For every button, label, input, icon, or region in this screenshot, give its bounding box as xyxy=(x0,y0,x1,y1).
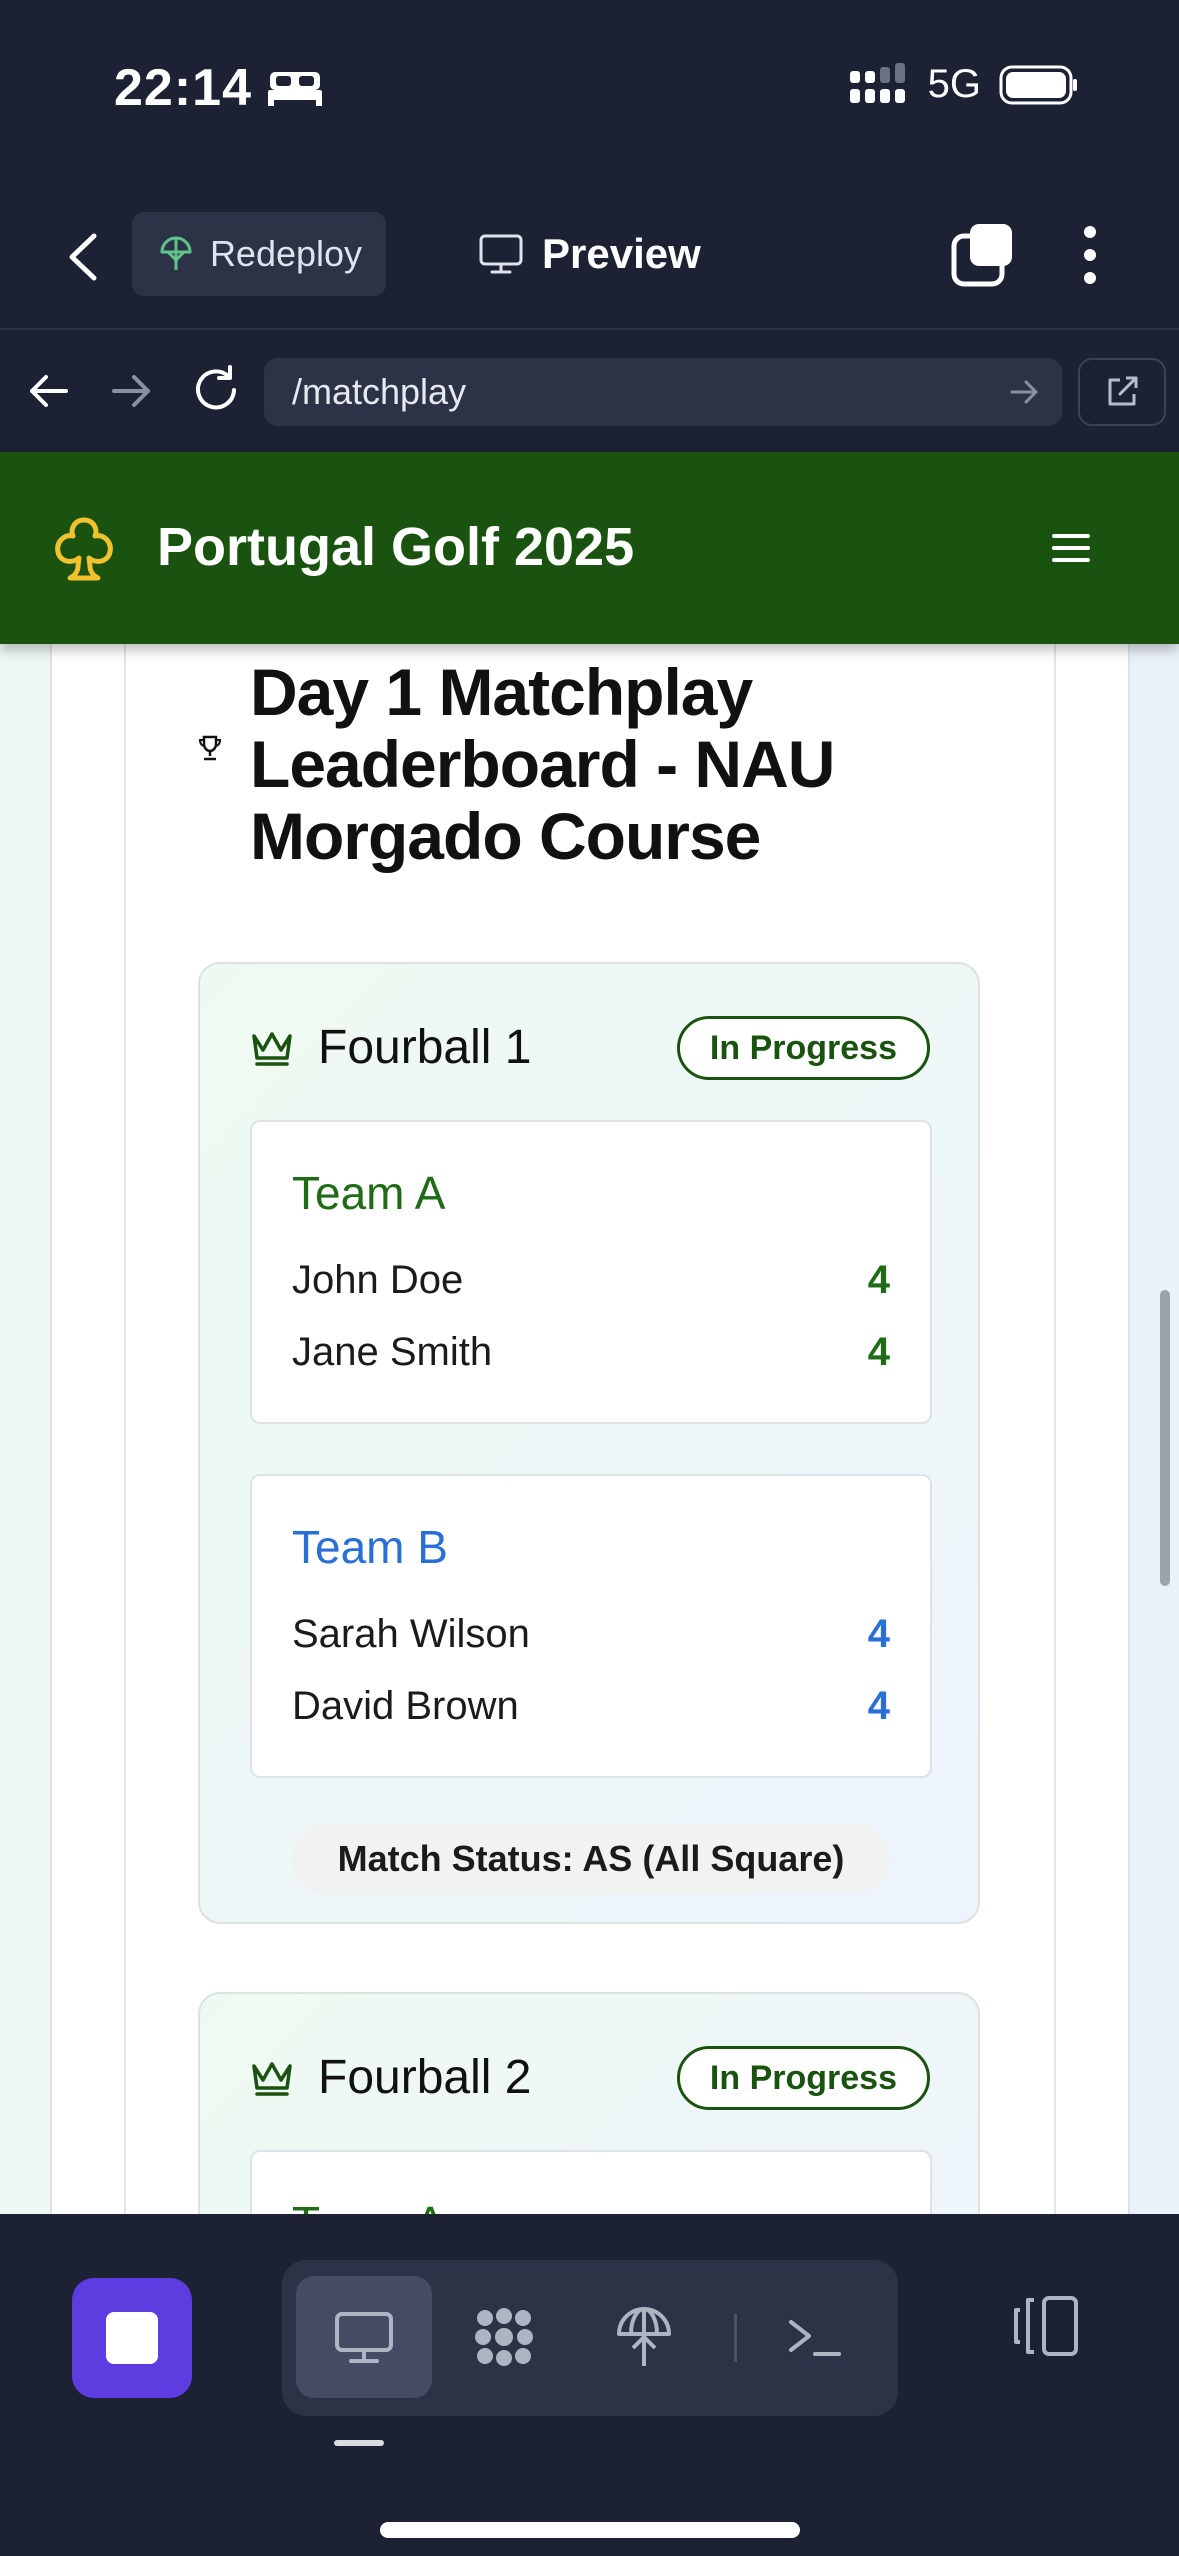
arrow-right-icon[interactable] xyxy=(108,368,154,414)
fourball-card: Fourball 1 In Progress Team A John Doe 4… xyxy=(198,962,980,1924)
fourball-title: Fourball 1 xyxy=(318,1021,532,1074)
bed-icon xyxy=(268,72,322,106)
scrollbar-thumb[interactable] xyxy=(1160,1290,1170,1586)
player-name: David Brown xyxy=(292,1684,519,1728)
fourball-title: Fourball 2 xyxy=(318,2051,532,2104)
signal-icon xyxy=(849,62,905,103)
stop-button[interactable] xyxy=(72,2278,192,2398)
player-score: 4 xyxy=(867,1684,890,1728)
segment-divider xyxy=(734,2314,737,2362)
network-label: 5G xyxy=(927,62,981,106)
crown-icon xyxy=(252,1031,292,1066)
team-name: Team B xyxy=(292,1521,448,1573)
reload-icon[interactable] xyxy=(190,364,242,416)
tabs-icon[interactable] xyxy=(950,222,1016,288)
team-name: Team A xyxy=(292,1167,446,1219)
arrow-right-icon[interactable] xyxy=(1006,374,1042,410)
active-tab-indicator xyxy=(334,2440,384,2446)
crown-icon xyxy=(252,2061,292,2096)
hamburger-menu-icon[interactable] xyxy=(1050,530,1092,566)
clock-text: 22:14 xyxy=(114,59,252,117)
bottom-bar xyxy=(0,2214,1179,2556)
view-switcher xyxy=(282,2260,898,2416)
team-card: Team B Sarah Wilson 4 David Brown 4 xyxy=(250,1474,932,1778)
editor-toolbar: Redeploy Preview xyxy=(0,180,1179,330)
open-external-button[interactable] xyxy=(1078,358,1166,426)
status-time: 22:14 xyxy=(114,58,324,118)
team-card: Team A xyxy=(250,2150,932,2214)
team-card: Team A John Doe 4 Jane Smith 4 xyxy=(250,1120,932,1424)
preview-button[interactable]: Preview xyxy=(478,212,701,296)
player-row: Jane Smith 4 xyxy=(292,1330,890,1375)
app-title: Portugal Golf 2025 xyxy=(157,517,635,577)
redeploy-label: Redeploy xyxy=(209,233,363,274)
desktop-icon xyxy=(335,2312,393,2363)
open-external-icon xyxy=(1108,376,1138,406)
deploy-icon xyxy=(160,236,192,270)
terminal-icon xyxy=(789,2320,841,2356)
team-name: Team A xyxy=(292,2196,445,2214)
player-score: 4 xyxy=(867,1258,890,1302)
deploy-tab[interactable] xyxy=(576,2276,712,2398)
player-name: John Doe xyxy=(292,1258,464,1302)
player-score: 4 xyxy=(867,1612,890,1656)
status-badge: In Progress xyxy=(676,1016,930,1080)
preview-label: Preview xyxy=(542,230,701,277)
player-name: Jane Smith xyxy=(292,1330,493,1374)
app-header: Portugal Golf 2025 xyxy=(0,452,1179,644)
player-name: Sarah Wilson xyxy=(292,1612,530,1656)
home-indicator[interactable] xyxy=(380,2522,800,2538)
player-score: 4 xyxy=(867,1330,890,1374)
desktop-tab[interactable] xyxy=(296,2276,432,2398)
shell-tab[interactable] xyxy=(746,2276,882,2398)
fourball-header: Fourball 1 xyxy=(250,1020,531,1075)
club-icon xyxy=(55,517,113,581)
player-row: Sarah Wilson 4 xyxy=(292,1612,890,1657)
match-status-pill: Match Status: AS (All Square) xyxy=(292,1824,890,1894)
player-row: John Doe 4 xyxy=(292,1258,890,1303)
url-text: /matchplay xyxy=(292,371,467,412)
url-input[interactable]: /matchplay xyxy=(264,358,1062,426)
status-right: 5G xyxy=(848,62,1079,107)
arrow-left-icon[interactable] xyxy=(26,368,72,414)
deploy-icon xyxy=(617,2307,671,2366)
ai-agent-tab[interactable] xyxy=(436,2276,572,2398)
fourball-card: Fourball 2 In Progress Team A xyxy=(198,1992,980,2214)
url-bar: /matchplay xyxy=(0,330,1179,452)
trophy-icon xyxy=(198,735,222,761)
more-vertical-icon[interactable] xyxy=(1070,222,1110,288)
ai-agent-icon xyxy=(475,2308,533,2366)
player-row: David Brown 4 xyxy=(292,1684,890,1729)
battery-icon xyxy=(999,65,1077,104)
layout-toggle-icon[interactable] xyxy=(1006,2286,1086,2366)
chevron-left-icon[interactable] xyxy=(60,230,110,284)
page-content: Day 1 Matchplay Leaderboard - NAU Morgad… xyxy=(0,644,1179,2214)
status-badge: In Progress xyxy=(676,2046,930,2110)
leaderboard-title: Day 1 Matchplay Leaderboard - NAU Morgad… xyxy=(250,655,835,873)
fourball-header: Fourball 2 xyxy=(250,2050,531,2105)
stop-icon xyxy=(106,2312,158,2364)
monitor-icon xyxy=(479,234,523,274)
status-bar: 22:14 5G xyxy=(0,0,1179,180)
page-background xyxy=(1127,644,1179,2214)
redeploy-button[interactable]: Redeploy xyxy=(132,212,386,296)
